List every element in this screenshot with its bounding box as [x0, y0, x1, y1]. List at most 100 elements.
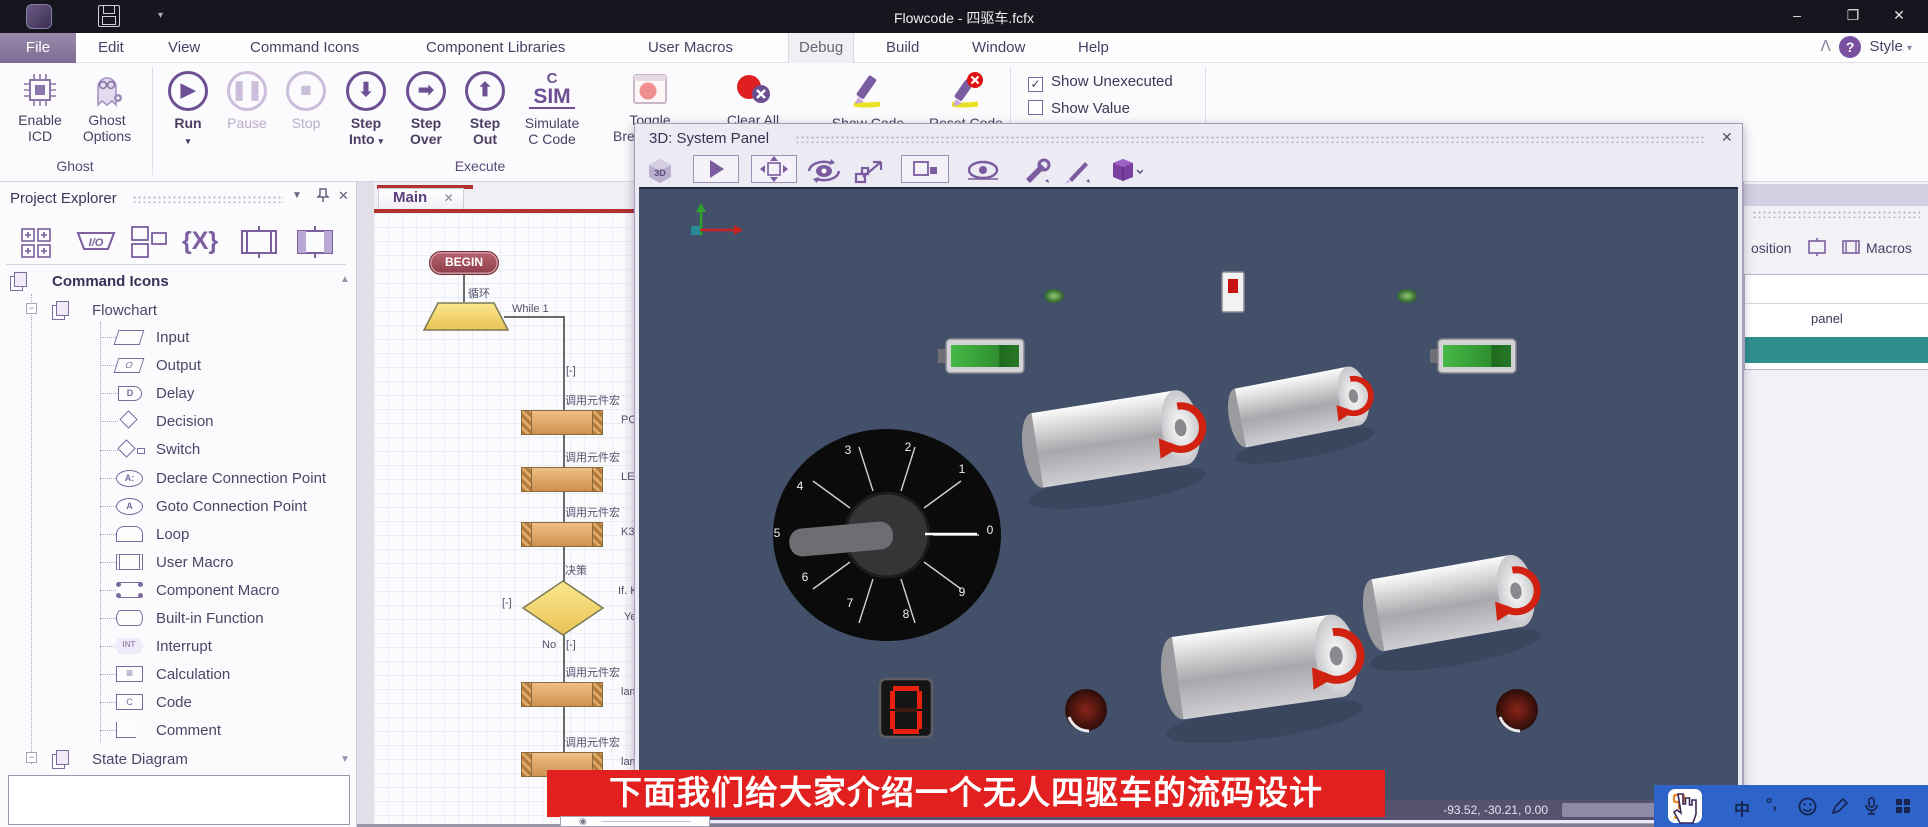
tree-item-calculation[interactable]: Calculation — [156, 666, 230, 683]
style-caret-icon[interactable]: ▾ — [1907, 43, 1912, 54]
tree-item-built-in-function[interactable]: Built-in Function — [156, 610, 264, 627]
ghost-options-button[interactable]: GhostOptions — [74, 71, 140, 144]
3d-eye-button[interactable] — [963, 157, 1003, 185]
tree-item-delay[interactable]: Delay — [156, 385, 194, 402]
ime-punctuation-icon[interactable]: °, — [1766, 796, 1777, 814]
3d-play-button[interactable] — [693, 155, 739, 183]
dock-selected-row[interactable] — [1745, 337, 1928, 363]
show-code-button[interactable]: Show Code — [820, 71, 916, 131]
menu-debug[interactable]: Debug — [788, 33, 854, 63]
pause-button[interactable]: ❚❚ Pause — [218, 71, 276, 131]
help-icon[interactable]: ? — [1839, 36, 1861, 58]
tree-item-flowchart[interactable]: Flowchart — [92, 302, 157, 319]
tree-scroll-down-icon[interactable]: ▼ — [340, 754, 350, 765]
stop-button[interactable]: ■ Stop — [278, 71, 334, 131]
dock-table: panel — [1744, 274, 1928, 370]
tree-item-output[interactable]: Output — [156, 357, 201, 374]
panel-drag-texture[interactable] — [132, 195, 284, 203]
tree-item-component-macro[interactable]: Component Macro — [156, 582, 279, 599]
ime-language-icon[interactable]: 中 — [1734, 796, 1750, 820]
3d-panel-close-icon[interactable]: ✕ — [1721, 129, 1733, 146]
led-bar-left — [938, 339, 1024, 373]
io-icon[interactable]: I/O — [72, 225, 120, 259]
flow-component-macro-4[interactable] — [521, 682, 603, 707]
tab-main[interactable]: Main ✕ — [378, 188, 464, 210]
run-button[interactable]: ▶ Run▾ — [160, 71, 216, 149]
show-value-checkbox[interactable]: Show Value — [1028, 100, 1130, 117]
tree-item-interrupt[interactable]: Interrupt — [156, 638, 212, 655]
flow-component-macro-1[interactable] — [521, 410, 603, 435]
menu-window[interactable]: Window — [962, 33, 1035, 63]
3d-resize-button[interactable] — [851, 157, 889, 185]
component-block-icon[interactable] — [292, 225, 338, 259]
tree-item-input[interactable]: Input — [156, 329, 189, 346]
emoji-icon[interactable] — [1798, 797, 1817, 821]
menu-view[interactable]: View — [158, 33, 210, 63]
step-into-button[interactable]: ⬇ StepInto ▾ — [338, 71, 394, 149]
delay-icon: D — [118, 386, 142, 401]
dock-drag-texture[interactable] — [1752, 210, 1920, 218]
menu-edit[interactable]: Edit — [88, 33, 134, 63]
dock-cell-panel[interactable]: panel — [1811, 311, 1843, 326]
tree-item-declare-connection-point[interactable]: Declare Connection Point — [156, 470, 326, 487]
tree-item-decision[interactable]: Decision — [156, 413, 214, 430]
step-out-button[interactable]: ⬆ StepOut — [458, 71, 512, 147]
menu-user-macros[interactable]: User Macros — [638, 33, 743, 63]
position-tab-label[interactable]: osition — [1751, 240, 1791, 256]
macros-tab-label[interactable]: Macros — [1866, 240, 1912, 256]
ink-pen-icon[interactable] — [1830, 797, 1849, 821]
flowchart-expander[interactable]: − — [26, 303, 37, 314]
flow-component-macro-3[interactable] — [521, 522, 603, 547]
tree-item-state-diagram[interactable]: State Diagram — [92, 751, 188, 768]
enable-icd-button[interactable]: EnableICD — [8, 71, 72, 144]
menu-file[interactable]: File — [0, 33, 76, 63]
tree-root-command-icons[interactable]: Command Icons — [52, 273, 169, 290]
menu-component-libraries[interactable]: Component Libraries — [416, 33, 575, 63]
close-button[interactable]: ✕ — [1884, 6, 1914, 26]
minimize-button[interactable]: – — [1782, 6, 1812, 26]
tree-item-switch[interactable]: Switch — [156, 441, 200, 458]
3d-wrench-button[interactable] — [1019, 157, 1055, 185]
menu-help[interactable]: Help — [1068, 33, 1119, 63]
3d-box-button[interactable] — [1099, 157, 1143, 185]
microphone-icon[interactable] — [1862, 796, 1881, 821]
tree-item-loop[interactable]: Loop — [156, 526, 189, 543]
wheel-left — [1065, 689, 1107, 731]
flow-begin-node[interactable]: BEGIN — [429, 251, 499, 275]
restore-button[interactable]: ❐ — [1838, 6, 1868, 26]
menu-command-icons[interactable]: Command Icons — [240, 33, 369, 63]
panel-menu-caret-icon[interactable]: ▼ — [292, 190, 302, 201]
variables-icon[interactable]: {X} — [182, 225, 218, 259]
flow-decision-node[interactable] — [521, 579, 605, 637]
3d-selection-button[interactable] — [901, 155, 949, 183]
ribbon-collapse-icon[interactable]: ᐱ — [1820, 38, 1830, 55]
show-unexecuted-checkbox[interactable]: ✓Show Unexecuted — [1028, 73, 1173, 92]
3d-panel-drag-texture[interactable] — [795, 135, 1705, 143]
tree-item-code[interactable]: Code — [156, 694, 192, 711]
grid-add-icon[interactable] — [18, 225, 58, 259]
tree-item-user-macro[interactable]: User Macro — [156, 554, 234, 571]
3d-pen-button[interactable] — [1059, 157, 1095, 185]
grid-icon[interactable] — [1894, 797, 1912, 820]
menu-build[interactable]: Build — [876, 33, 929, 63]
windows-icon[interactable] — [128, 225, 174, 259]
macro-block-icon[interactable] — [236, 225, 282, 259]
reset-code-button[interactable]: Reset Code — [920, 71, 1012, 131]
project-explorer-title: Project Explorer — [10, 190, 117, 207]
tree-item-goto-connection-point[interactable]: Goto Connection Point — [156, 498, 307, 515]
flow-loop-node[interactable] — [422, 301, 510, 333]
flow-component-macro-2[interactable] — [521, 467, 603, 492]
pin-icon[interactable] — [316, 187, 330, 208]
3d-viewport[interactable]: 0 1 2 3 4 5 6 7 8 9 — [639, 187, 1738, 800]
3d-orbit-button[interactable] — [805, 157, 843, 185]
tree-item-comment[interactable]: Comment — [156, 722, 221, 739]
panel-splitter[interactable] — [357, 182, 374, 827]
simulate-c-code-button[interactable]: C SIM SimulateC Code — [514, 71, 590, 147]
tree-scroll-up-icon[interactable]: ▲ — [340, 274, 350, 285]
3d-move-button[interactable] — [751, 155, 797, 183]
step-over-button[interactable]: ➡ StepOver — [398, 71, 454, 147]
panel-close-icon[interactable]: ✕ — [338, 188, 349, 204]
style-button[interactable]: Style — [1869, 38, 1902, 55]
tab-close-icon[interactable]: ✕ — [444, 191, 454, 205]
state-diagram-expander[interactable]: − — [26, 752, 37, 763]
